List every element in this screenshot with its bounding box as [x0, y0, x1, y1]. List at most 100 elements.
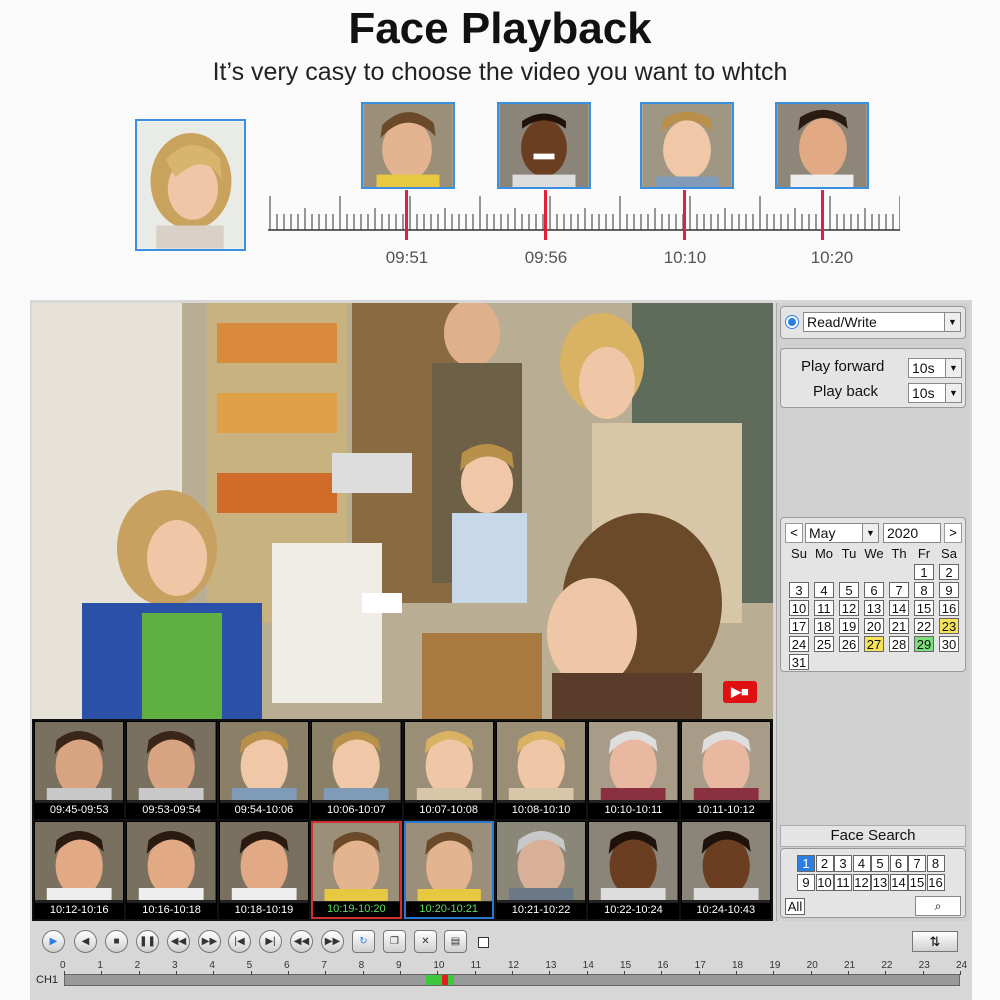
calendar-day[interactable]: 21: [889, 618, 909, 634]
timeline-hour-tick: [138, 971, 140, 975]
face-result-thumb[interactable]: 10:20-10:21: [403, 821, 494, 919]
clip-icon[interactable]: ✕: [414, 930, 437, 953]
face-thumb-3[interactable]: [640, 102, 734, 189]
channel-button[interactable]: 6: [889, 855, 908, 872]
play-icon[interactable]: ▶: [42, 930, 65, 953]
face-thumb-2[interactable]: [497, 102, 591, 189]
main-video-view[interactable]: ▶■: [32, 303, 773, 719]
calendar-day[interactable]: 8: [914, 582, 934, 598]
calendar-day[interactable]: 2: [939, 564, 959, 580]
search-icon[interactable]: ⌕: [915, 896, 961, 916]
channel-button[interactable]: 1: [797, 855, 815, 872]
calendar-day[interactable]: 13: [864, 600, 884, 616]
calendar-day[interactable]: 23: [939, 618, 959, 634]
face-result-thumb[interactable]: 10:08-10:10: [495, 721, 587, 819]
face-result-thumb[interactable]: 09:54-10:06: [218, 721, 310, 819]
refresh-icon[interactable]: ↻: [352, 930, 375, 953]
rewind-icon[interactable]: ◀◀: [167, 930, 190, 953]
next-frame-icon[interactable]: ▶|: [259, 930, 282, 953]
face-result-thumb[interactable]: 10:12-10:16: [34, 821, 125, 919]
calendar-day[interactable]: 1: [914, 564, 934, 580]
channel-button[interactable]: 9: [797, 874, 815, 891]
calendar-day[interactable]: 16: [939, 600, 959, 616]
reverse-play-icon[interactable]: ◀: [74, 930, 97, 953]
channel-button[interactable]: 5: [871, 855, 889, 872]
calendar-day[interactable]: 24: [789, 636, 809, 652]
calendar-day[interactable]: 29: [914, 636, 934, 652]
calendar-day[interactable]: 3: [789, 582, 809, 598]
calendar-day[interactable]: 22: [914, 618, 934, 634]
previous-segment-icon[interactable]: ◀◀: [290, 930, 313, 953]
calendar-day[interactable]: 7: [889, 582, 909, 598]
stop-icon[interactable]: ■: [105, 930, 128, 953]
face-result-thumb[interactable]: 10:24-10:43: [680, 821, 771, 919]
channel-button[interactable]: 4: [852, 855, 871, 872]
face-search-button[interactable]: Face Search: [780, 825, 966, 847]
calendar-day[interactable]: 17: [789, 618, 809, 634]
next-segment-icon[interactable]: ▶▶: [321, 930, 344, 953]
previous-frame-icon[interactable]: |◀: [228, 930, 251, 953]
pause-icon[interactable]: ❚❚: [136, 930, 159, 953]
channel-button[interactable]: 16: [926, 874, 945, 891]
face-result-thumb[interactable]: 10:11-10:12: [680, 721, 771, 819]
face-result-thumb[interactable]: 10:10-10:11: [588, 721, 679, 819]
play-forward-select[interactable]: 10s ▼: [908, 358, 962, 378]
month-select[interactable]: May ▼: [805, 523, 879, 543]
face-thumb-4[interactable]: [775, 102, 869, 189]
face-result-thumb[interactable]: 10:16-10:18: [126, 821, 217, 919]
channel-button[interactable]: 11: [834, 874, 852, 891]
channel-button[interactable]: 2: [815, 855, 834, 872]
calendar-day[interactable]: 12: [839, 600, 859, 616]
channel-button[interactable]: 7: [908, 855, 926, 872]
calendar-day[interactable]: 6: [864, 582, 884, 598]
calendar-day[interactable]: 20: [864, 618, 884, 634]
face-result-thumb[interactable]: 09:53-09:54: [126, 721, 217, 819]
switch-view-icon[interactable]: ⇅: [912, 931, 958, 952]
face-result-thumb[interactable]: 10:21-10:22: [495, 821, 587, 919]
channel-button[interactable]: 13: [871, 874, 889, 891]
channel-button[interactable]: 12: [852, 874, 871, 891]
next-month-button[interactable]: >: [944, 523, 962, 543]
face-result-thumb[interactable]: 09:45-09:53: [34, 721, 125, 819]
face-thumb-1[interactable]: [361, 102, 455, 189]
year-input[interactable]: 2020: [883, 523, 941, 543]
save-icon[interactable]: ▤: [444, 930, 467, 953]
calendar-day[interactable]: 9: [939, 582, 959, 598]
timeline-track[interactable]: [64, 974, 960, 986]
channel-button[interactable]: 10: [815, 874, 834, 891]
calendar-day[interactable]: 31: [789, 654, 809, 670]
calendar-day[interactable]: 27: [864, 636, 884, 652]
calendar-day[interactable]: 26: [839, 636, 859, 652]
calendar-day[interactable]: 5: [839, 582, 859, 598]
calendar-day[interactable]: 28: [889, 636, 909, 652]
channel-button[interactable]: 15: [908, 874, 926, 891]
face-result-thumb[interactable]: 10:19-10:20: [311, 821, 402, 919]
face-result-thumb[interactable]: 10:06-10:07: [311, 721, 402, 819]
channel-button[interactable]: 8: [926, 855, 945, 872]
channel-button[interactable]: 14: [889, 874, 908, 891]
calendar-day[interactable]: 18: [814, 618, 834, 634]
mode-radio[interactable]: [786, 316, 798, 328]
all-channels-button[interactable]: All: [785, 898, 805, 915]
calendar-day[interactable]: 25: [814, 636, 834, 652]
calendar-day[interactable]: 14: [889, 600, 909, 616]
timeline-hour-tick: [512, 971, 513, 975]
calendar-day[interactable]: 19: [839, 618, 859, 634]
record-timeline[interactable]: CH1 0 1 2 3 4 5 6 7 8 9 10 11 12 13 14 15 16 17 18 19 20 21 22…: [30, 960, 972, 1000]
calendar-day[interactable]: 4: [814, 582, 834, 598]
copy-icon[interactable]: ❐: [383, 930, 406, 953]
face-result-thumb[interactable]: 10:18-10:19: [218, 821, 310, 919]
calendar-day[interactable]: 11: [814, 600, 834, 616]
calendar-day[interactable]: 15: [914, 600, 934, 616]
face-result-thumb[interactable]: 10:22-10:24: [588, 821, 679, 919]
calendar-day[interactable]: 10: [789, 600, 809, 616]
channel-button[interactable]: 3: [834, 855, 852, 872]
sync-checkbox[interactable]: [478, 937, 489, 948]
play-back-select[interactable]: 10s ▼: [908, 383, 962, 403]
prev-month-button[interactable]: <: [785, 523, 803, 543]
fast-forward-icon[interactable]: ▶▶: [198, 930, 221, 953]
calendar-day[interactable]: 30: [939, 636, 959, 652]
mode-select[interactable]: Read/Write ▼: [803, 312, 961, 332]
thumb-time-range: 10:20-10:21: [405, 902, 492, 917]
face-result-thumb[interactable]: 10:07-10:08: [403, 721, 494, 819]
